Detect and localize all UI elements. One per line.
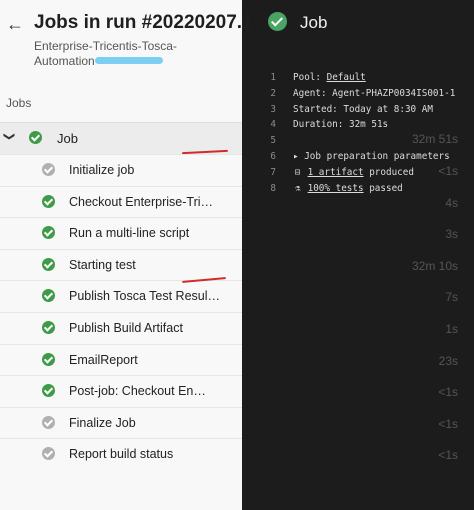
log-line: 3 Started: Today at 8:30 AM <box>242 104 474 118</box>
log-text: Started: Today at 8:30 AM <box>293 104 433 115</box>
log-line-number: 4 <box>270 119 276 131</box>
step-name: Starting test <box>69 257 136 272</box>
log-rest: produced <box>363 166 414 178</box>
step-duration: 1s <box>445 322 458 336</box>
step-duration: 3s <box>445 227 458 242</box>
log-text: ⊟ 1 artifact produced <box>293 167 414 178</box>
log-text: ▸ Job preparation parameters <box>293 151 450 162</box>
step-name: Report build status <box>69 447 174 462</box>
log-line-number: 3 <box>270 103 276 115</box>
job-name: Job <box>57 131 78 146</box>
skipped-icon <box>42 163 55 176</box>
log-line: 4 Duration: 32m 51s <box>242 119 474 133</box>
log-label[interactable]: ▸ Job preparation parameters <box>293 151 450 162</box>
log-link[interactable]: 1 artifact <box>308 167 364 178</box>
log-text: ⚗ 100% tests passed <box>293 183 403 194</box>
log-text: Duration: 32m 51s <box>293 119 388 130</box>
step-name: Run a multi-line script <box>69 226 190 241</box>
step-name: Publish Tosca Test Resul… <box>69 289 221 304</box>
step-name: Publish Build Artifact <box>69 321 183 335</box>
detail-title: Job <box>300 13 328 32</box>
redaction-mark <box>95 57 163 64</box>
step-duration: <1s <box>438 385 458 400</box>
log-line-number: 2 <box>270 87 276 99</box>
step-duration: <1s <box>438 448 458 463</box>
log-label: Pool: <box>293 72 327 83</box>
step-name: Post-job: Checkout En… <box>69 384 206 399</box>
step-name: Checkout Enterprise-Tri… <box>69 194 214 209</box>
log-label: Started: Today at 8:30 AM <box>293 103 433 115</box>
step-name: EmailReport <box>69 352 138 367</box>
log-text: Agent: Agent-PHAZP0034IS001-1 <box>293 88 455 99</box>
log-line-number: 8 <box>270 182 276 194</box>
log-label: Duration: 32m 51s <box>293 119 389 131</box>
test-flask-icon: ⚗ <box>294 182 301 194</box>
step-duration: 32m 10s <box>411 258 458 273</box>
log-label: Agent: Agent-PHAZP0034IS001-1 <box>293 87 456 99</box>
back-arrow-icon[interactable]: ← <box>6 15 24 33</box>
log-rest: passed <box>363 182 403 194</box>
log-line: 5 <box>242 135 474 149</box>
step-name: Initialize job <box>69 163 135 177</box>
log-line: 1 Pool: Default <box>242 72 474 86</box>
log-link[interactable]: Default <box>327 72 366 83</box>
log-line: 6 ▸ Job preparation parameters <box>242 151 474 165</box>
job-success-icon <box>268 12 287 31</box>
success-icon <box>42 352 55 366</box>
log-link[interactable]: 100% tests <box>308 183 364 194</box>
log-line-number: 7 <box>270 166 276 178</box>
pipeline-name-line2: Automation <box>34 54 95 68</box>
log-line: 7 ⊟ 1 artifact produced <box>242 167 474 181</box>
jobs-section-label: Jobs <box>6 96 32 110</box>
log-line-number: 5 <box>270 135 276 147</box>
step-duration: 7s <box>445 290 458 305</box>
log-line: 8 ⚗ 100% tests passed <box>242 183 474 197</box>
log-text: Pool: Default <box>293 72 366 83</box>
artifact-icon: ⊟ <box>294 166 301 178</box>
success-icon <box>42 257 55 271</box>
log-line: 2 Agent: Agent-PHAZP0034IS001-1 <box>242 88 474 102</box>
step-duration: 4s <box>445 195 458 210</box>
step-duration: <1s <box>438 416 458 431</box>
success-icon <box>42 321 55 334</box>
step-duration: 23s <box>438 353 458 368</box>
success-icon <box>42 194 55 208</box>
skipped-icon <box>42 415 55 429</box>
log-line-number: 6 <box>270 151 276 162</box>
pipeline-name-line1: Enterprise-Tricentis-Tosca- <box>34 39 177 53</box>
page-title: Jobs in run #20220207.1 <box>34 12 253 33</box>
chevron-down-icon[interactable]: ❯ <box>3 132 16 141</box>
step-name: Finalize Job <box>69 415 136 430</box>
success-icon <box>29 131 42 144</box>
log-line-number: 1 <box>270 72 276 83</box>
